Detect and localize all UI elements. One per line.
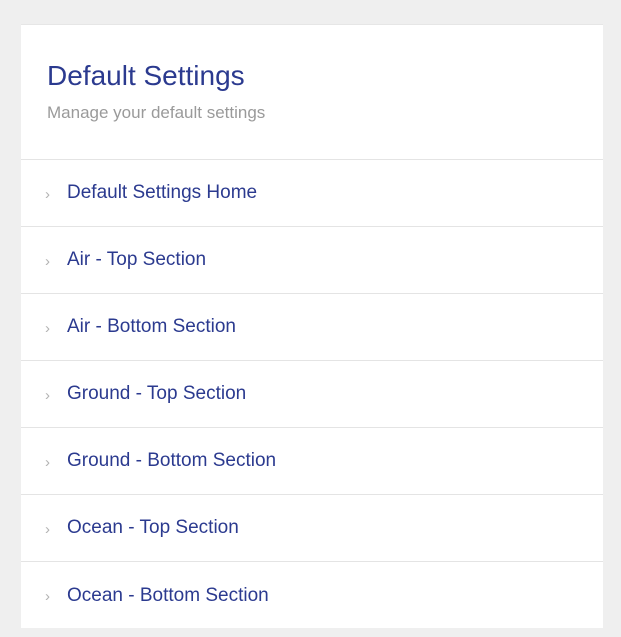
- nav-item-air-bottom-section[interactable]: › Air - Bottom Section: [21, 294, 603, 361]
- nav-item-label: Ground - Bottom Section: [67, 450, 277, 471]
- chevron-right-icon: ›: [45, 185, 50, 203]
- nav-item-ground-top-section[interactable]: › Ground - Top Section: [21, 361, 603, 428]
- nav-item-label: Ground - Top Section: [67, 383, 247, 404]
- page-title: Default Settings: [47, 60, 245, 91]
- nav-item-label: Ocean - Top Section: [67, 517, 239, 538]
- chevron-right-icon: ›: [45, 588, 50, 605]
- nav-item-label: Air - Top Section: [67, 249, 207, 270]
- nav-item-ocean-top-section[interactable]: › Ocean - Top Section: [21, 495, 603, 562]
- default-settings-panel: Default Settings Manage your default set…: [21, 24, 603, 628]
- nav-item-label: Air - Bottom Section: [67, 316, 236, 337]
- nav-item-ocean-bottom-section[interactable]: › Ocean - Bottom Section: [21, 562, 603, 629]
- nav-item-label: Ocean - Bottom Section: [67, 584, 269, 606]
- chevron-right-icon: ›: [45, 520, 50, 538]
- chevron-right-icon: ›: [45, 386, 50, 404]
- chevron-right-icon: ›: [45, 319, 50, 337]
- page-subtitle: Manage your default settings: [47, 103, 266, 122]
- chevron-right-icon: ›: [45, 252, 50, 270]
- nav-item-ground-bottom-section[interactable]: › Ground - Bottom Section: [21, 428, 603, 495]
- chevron-right-icon: ›: [45, 453, 50, 471]
- nav-item-label: Default Settings Home: [67, 182, 258, 203]
- nav-item-default-settings-home[interactable]: › Default Settings Home: [21, 160, 603, 227]
- settings-nav-list: › Default Settings Home › Air - Top Sect…: [21, 160, 603, 629]
- panel-header: Default Settings Manage your default set…: [21, 25, 603, 160]
- nav-item-air-top-section[interactable]: › Air - Top Section: [21, 227, 603, 294]
